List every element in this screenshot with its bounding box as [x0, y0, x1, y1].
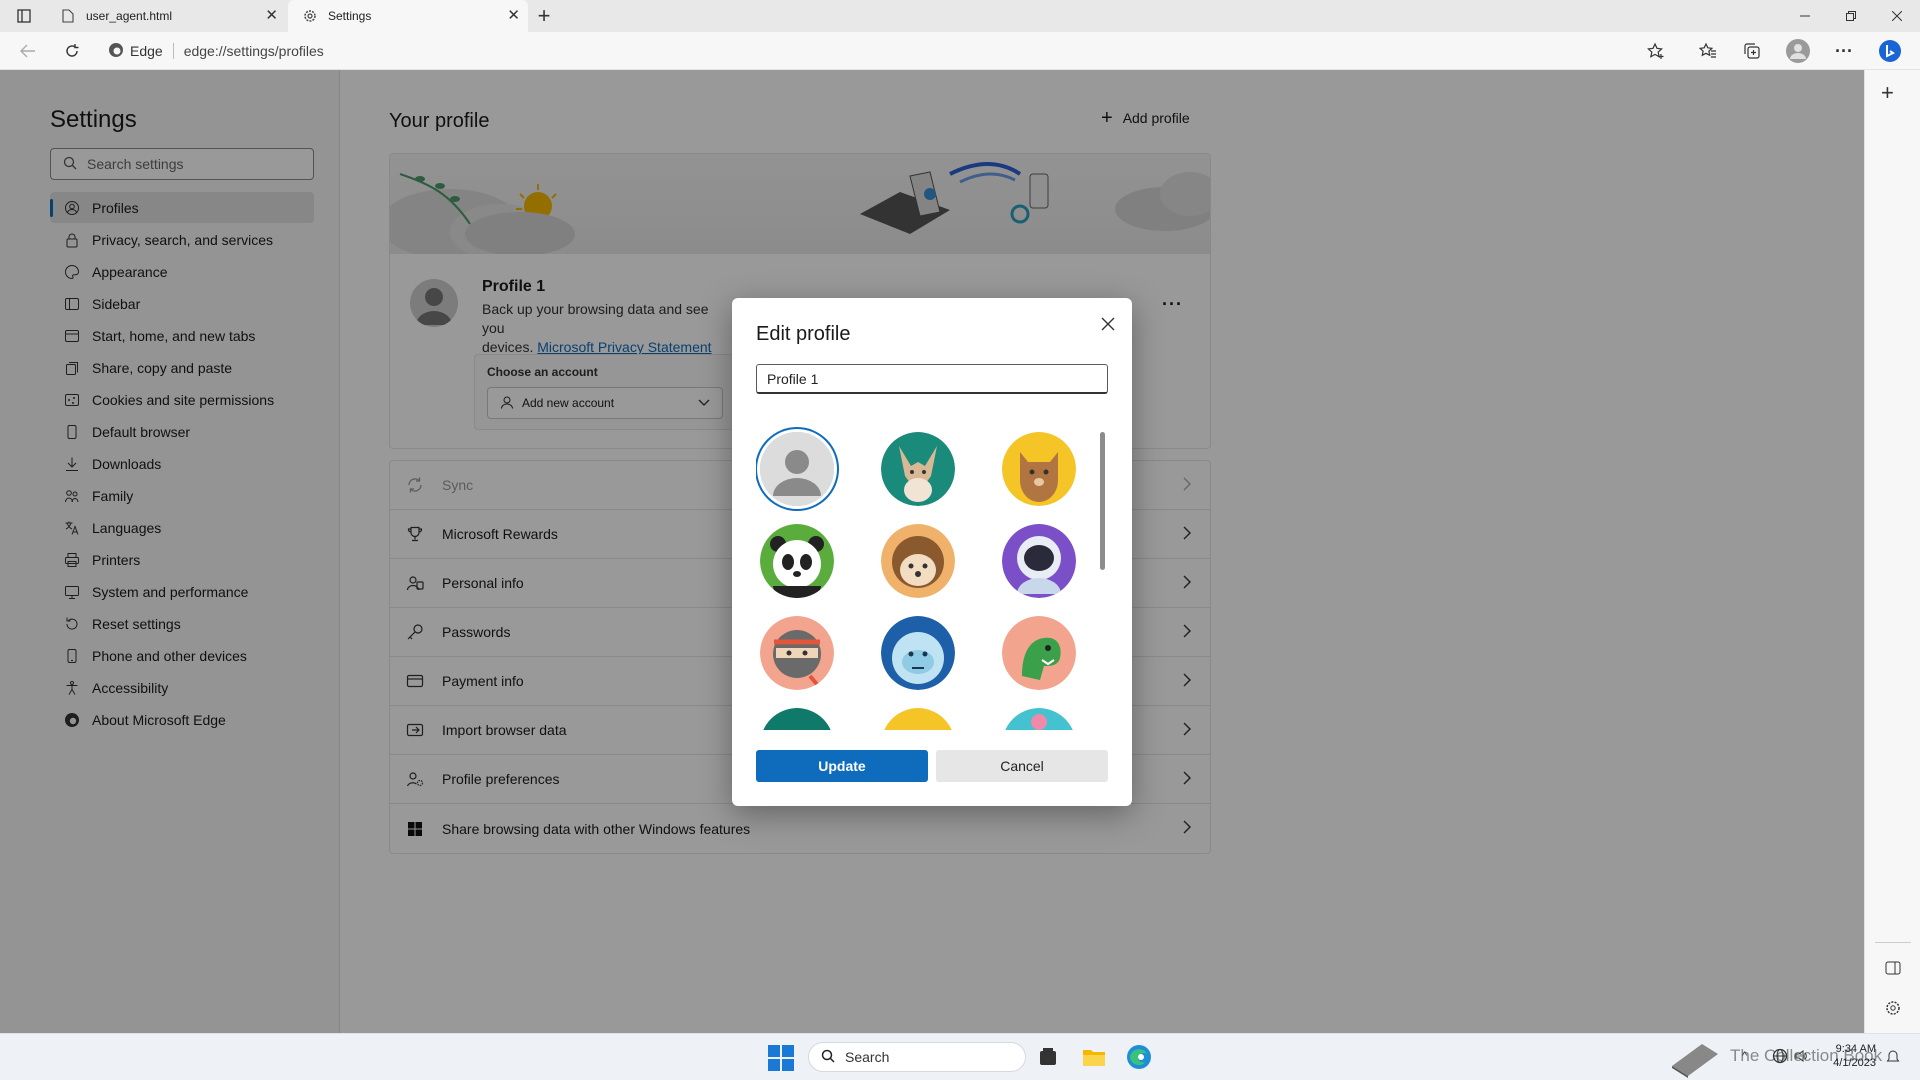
avatar-scrollbar[interactable]	[1100, 432, 1105, 570]
site-brand: Edge	[130, 43, 163, 59]
avatar-dinosaur[interactable]	[1002, 616, 1076, 690]
url-field[interactable]: Edge edge://settings/profiles	[108, 37, 1668, 65]
watermark-book-icon	[1668, 1038, 1720, 1080]
avatar-default-person[interactable]	[760, 432, 834, 506]
notification-icon[interactable]	[1886, 1048, 1900, 1069]
tab-settings[interactable]: Settings ✕	[288, 0, 528, 32]
avatar-cat[interactable]	[1002, 432, 1076, 506]
avatar-astronaut[interactable]	[1002, 524, 1076, 598]
taskbar-search[interactable]: Search	[808, 1042, 1026, 1072]
file-explorer-icon[interactable]	[1080, 1043, 1108, 1071]
avatar-fennec-fox[interactable]	[881, 432, 955, 506]
profile-name-input[interactable]	[756, 364, 1108, 394]
avatar-panda[interactable]	[760, 524, 834, 598]
tray-chevron-icon[interactable]: ^	[1742, 1050, 1747, 1062]
taskbar-search-label: Search	[845, 1049, 890, 1065]
gear-icon	[302, 8, 318, 24]
edit-profile-dialog: Edit profile Profile 1 Update Cancel	[732, 298, 1132, 806]
hide-sidebar-icon[interactable]	[1885, 960, 1901, 981]
address-bar: Edge edge://settings/profiles ···	[0, 32, 1920, 70]
tab-strip: user_agent.html ✕ Settings ✕ +	[0, 0, 1920, 32]
close-icon[interactable]	[1094, 310, 1122, 338]
update-button[interactable]: Update	[756, 750, 928, 782]
windows-start-icon[interactable]	[768, 1045, 794, 1071]
edge-taskbar-icon[interactable]	[1125, 1043, 1153, 1071]
favorites-icon[interactable]	[1694, 37, 1722, 65]
clock-time: 9:34 AM	[1835, 1043, 1876, 1055]
task-view-icon[interactable]	[1034, 1043, 1062, 1071]
refresh-icon[interactable]	[58, 37, 86, 65]
tab-actions-icon[interactable]	[10, 2, 38, 30]
volume-icon[interactable]	[1794, 1048, 1810, 1069]
new-tab-icon[interactable]: +	[530, 2, 558, 30]
avatar-ninja[interactable]	[760, 616, 834, 690]
sidebar-settings-icon[interactable]	[1885, 1000, 1901, 1021]
url-text: edge://settings/profiles	[183, 43, 324, 59]
clock-date: 4/1/2023	[1833, 1057, 1876, 1069]
favorite-star-icon[interactable]	[1642, 37, 1670, 65]
sidebar-divider	[1875, 942, 1911, 943]
avatar-partial-2[interactable]	[881, 708, 955, 730]
close-tab-icon[interactable]: ✕	[265, 8, 278, 24]
search-icon	[821, 1049, 835, 1066]
avatar-yeti[interactable]	[881, 616, 955, 690]
tab-user-agent[interactable]: user_agent.html ✕	[46, 0, 286, 32]
tab-title: Settings	[328, 9, 372, 23]
close-window-icon[interactable]	[1874, 0, 1920, 32]
file-icon	[60, 8, 76, 24]
add-sidebar-app-icon[interactable]: +	[1881, 80, 1894, 106]
avatar-picker[interactable]	[756, 420, 1102, 730]
restore-icon[interactable]	[1828, 0, 1874, 32]
url-separator	[172, 43, 174, 59]
bing-chat-icon[interactable]	[1876, 37, 1904, 65]
more-menu-icon[interactable]: ···	[1830, 37, 1858, 65]
back-icon[interactable]	[14, 37, 42, 65]
profile-avatar-icon[interactable]	[1784, 37, 1812, 65]
windows-taskbar: Search The Collection Book ^ 9:34 AM 4/1…	[0, 1033, 1920, 1080]
tray-clock[interactable]: 9:34 AM 4/1/2023	[1820, 1042, 1876, 1070]
tab-title: user_agent.html	[86, 9, 173, 23]
network-icon[interactable]	[1772, 1048, 1788, 1069]
avatar-partial-1[interactable]	[760, 708, 834, 730]
cancel-button[interactable]: Cancel	[936, 750, 1108, 782]
avatar-partial-3[interactable]	[1002, 708, 1076, 730]
minimize-icon[interactable]	[1782, 0, 1828, 32]
dialog-title: Edit profile	[756, 323, 851, 345]
site-identity[interactable]: Edge	[108, 42, 163, 61]
close-tab-icon[interactable]: ✕	[507, 8, 520, 24]
edge-icon	[108, 42, 124, 61]
collections-icon[interactable]	[1738, 37, 1766, 65]
avatar-hedgehog[interactable]	[881, 524, 955, 598]
edge-sidebar: +	[1864, 70, 1920, 1033]
